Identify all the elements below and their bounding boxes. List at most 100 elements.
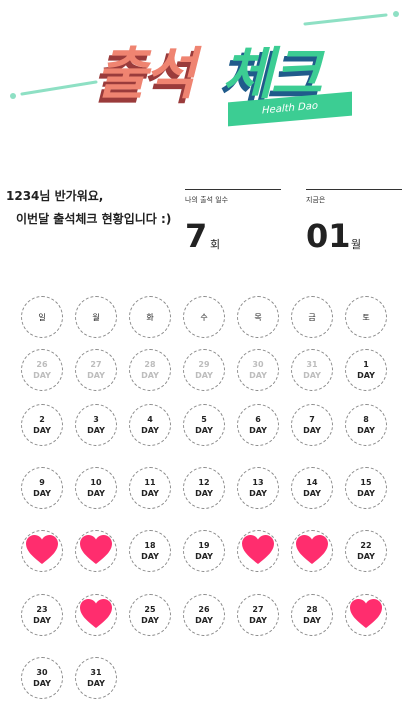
weekday-header: 금 bbox=[291, 296, 333, 338]
weekday-header: 일 bbox=[21, 296, 63, 338]
attendance-count-unit: 회 bbox=[210, 238, 221, 251]
weekday-header: 목 bbox=[237, 296, 279, 338]
calendar-day[interactable]: 26 DAY bbox=[183, 594, 225, 636]
calendar-day[interactable]: 6 DAY bbox=[237, 404, 279, 446]
calendar-day-prev-month[interactable]: 26 DAY bbox=[21, 349, 63, 391]
current-month-stat: 지금은 01 월 bbox=[306, 189, 402, 255]
day-number: 18 bbox=[144, 541, 156, 550]
calendar-day[interactable]: 8 DAY bbox=[345, 404, 387, 446]
heart-icon bbox=[348, 597, 384, 633]
calendar-day-prev-month[interactable]: 30 DAY bbox=[237, 349, 279, 391]
heart-icon bbox=[78, 597, 114, 633]
day-suffix: DAY bbox=[357, 426, 375, 435]
calendar-day[interactable]: 12 DAY bbox=[183, 467, 225, 509]
day-number: 19 bbox=[198, 541, 210, 550]
day-number: 25 bbox=[144, 605, 156, 614]
day-suffix: DAY bbox=[195, 616, 213, 625]
day-suffix: DAY bbox=[249, 426, 267, 435]
day-number: 7 bbox=[309, 415, 315, 424]
current-month-unit: 월 bbox=[351, 238, 362, 251]
calendar-day[interactable]: 3 DAY bbox=[75, 404, 117, 446]
heart-icon bbox=[294, 533, 330, 569]
day-suffix: DAY bbox=[33, 679, 51, 688]
heart-icon bbox=[24, 533, 60, 569]
day-suffix: DAY bbox=[87, 489, 105, 498]
day-number: 14 bbox=[306, 478, 318, 487]
attendance-count-label: 나의 출석 일수 bbox=[185, 196, 229, 204]
weekday-label: 목 bbox=[254, 312, 262, 322]
calendar-day-prev-month[interactable]: 29 DAY bbox=[183, 349, 225, 391]
day-suffix: DAY bbox=[195, 371, 213, 380]
current-month-value: 01 bbox=[306, 217, 351, 255]
day-suffix: DAY bbox=[33, 371, 51, 380]
calendar-day[interactable]: 28 DAY bbox=[291, 594, 333, 636]
day-suffix: DAY bbox=[87, 426, 105, 435]
calendar-day[interactable]: 10 DAY bbox=[75, 467, 117, 509]
calendar-day[interactable]: 18 DAY bbox=[129, 530, 171, 572]
calendar-day[interactable]: 22 DAY bbox=[345, 530, 387, 572]
calendar-day[interactable]: 15 DAY bbox=[345, 467, 387, 509]
day-number: 6 bbox=[255, 415, 261, 424]
calendar-day-prev-month[interactable]: 31 DAY bbox=[291, 349, 333, 391]
day-number: 31 bbox=[90, 668, 102, 677]
calendar-day[interactable]: 9 DAY bbox=[21, 467, 63, 509]
weekday-label: 일 bbox=[38, 312, 46, 322]
day-number: 23 bbox=[36, 605, 48, 614]
day-suffix: DAY bbox=[195, 426, 213, 435]
day-suffix: DAY bbox=[303, 489, 321, 498]
day-suffix: DAY bbox=[249, 489, 267, 498]
calendar-day-prev-month[interactable]: 27 DAY bbox=[75, 349, 117, 391]
calendar-day[interactable]: 7 DAY bbox=[291, 404, 333, 446]
calendar-day[interactable]: 4 DAY bbox=[129, 404, 171, 446]
day-number: 22 bbox=[360, 541, 372, 550]
attendance-count-value: 7 bbox=[185, 217, 208, 255]
day-suffix: DAY bbox=[141, 426, 159, 435]
calendar-day-checked[interactable] bbox=[75, 530, 117, 572]
calendar-day[interactable]: 30 DAY bbox=[21, 657, 63, 699]
day-number: 15 bbox=[360, 478, 372, 487]
day-suffix: DAY bbox=[141, 371, 159, 380]
calendar-day[interactable]: 13 DAY bbox=[237, 467, 279, 509]
day-suffix: DAY bbox=[33, 616, 51, 625]
day-number: 2 bbox=[39, 415, 45, 424]
day-number: 9 bbox=[39, 478, 45, 487]
attendance-count-stat: 나의 출석 일수 7 회 bbox=[185, 189, 281, 255]
calendar-day[interactable]: 5 DAY bbox=[183, 404, 225, 446]
day-number: 11 bbox=[144, 478, 156, 487]
calendar-day[interactable]: 23 DAY bbox=[21, 594, 63, 636]
weekday-label: 수 bbox=[200, 312, 208, 322]
calendar-day-checked[interactable] bbox=[75, 594, 117, 636]
day-suffix: DAY bbox=[141, 552, 159, 561]
day-suffix: DAY bbox=[87, 371, 105, 380]
day-suffix: DAY bbox=[357, 552, 375, 561]
calendar-day-checked[interactable] bbox=[291, 530, 333, 572]
calendar-day-checked[interactable] bbox=[345, 594, 387, 636]
calendar-day[interactable]: 14 DAY bbox=[291, 467, 333, 509]
calendar-day-checked[interactable] bbox=[237, 530, 279, 572]
calendar-day[interactable]: 1 DAY bbox=[345, 349, 387, 391]
banner-decoration bbox=[10, 11, 399, 99]
calendar-day-prev-month[interactable]: 28 DAY bbox=[129, 349, 171, 391]
calendar-day[interactable]: 27 DAY bbox=[237, 594, 279, 636]
day-suffix: DAY bbox=[357, 489, 375, 498]
greeting-line1: 1234님 반가워요, bbox=[6, 189, 104, 203]
day-number: 29 bbox=[198, 360, 210, 369]
day-suffix: DAY bbox=[141, 616, 159, 625]
day-number: 26 bbox=[36, 360, 48, 369]
day-number: 31 bbox=[306, 360, 318, 369]
day-suffix: DAY bbox=[357, 371, 375, 380]
heart-icon bbox=[240, 533, 276, 569]
calendar-day[interactable]: 19 DAY bbox=[183, 530, 225, 572]
day-suffix: DAY bbox=[195, 552, 213, 561]
calendar-day[interactable]: 25 DAY bbox=[129, 594, 171, 636]
calendar-day[interactable]: 11 DAY bbox=[129, 467, 171, 509]
calendar-day[interactable]: 31 DAY bbox=[75, 657, 117, 699]
day-suffix: DAY bbox=[249, 371, 267, 380]
weekday-label: 토 bbox=[362, 312, 370, 322]
weekday-header: 월 bbox=[75, 296, 117, 338]
calendar-day-checked[interactable] bbox=[21, 530, 63, 572]
day-suffix: DAY bbox=[303, 616, 321, 625]
calendar-day[interactable]: 2 DAY bbox=[21, 404, 63, 446]
day-number: 30 bbox=[252, 360, 264, 369]
day-number: 12 bbox=[198, 478, 210, 487]
